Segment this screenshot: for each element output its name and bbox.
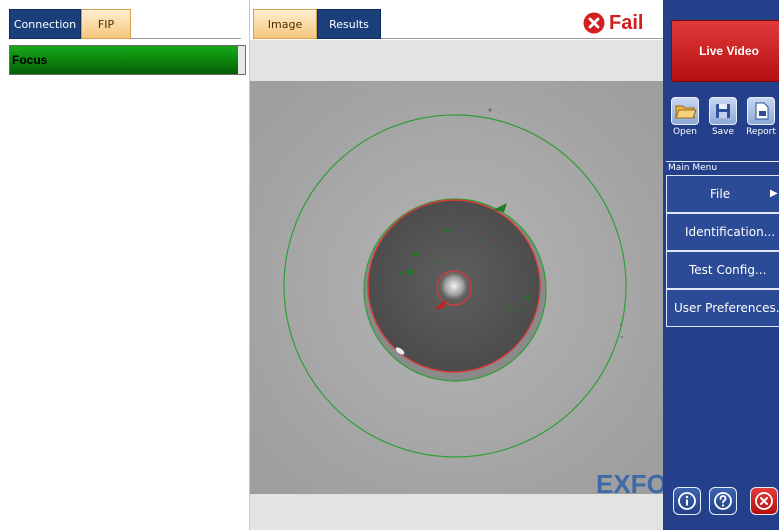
help-button[interactable]: [709, 487, 737, 515]
left-panel: Connection FIP Focus: [0, 0, 250, 530]
close-circle-icon: [755, 492, 773, 510]
help-icon: [714, 492, 732, 510]
exit-button[interactable]: [750, 487, 778, 515]
info-button[interactable]: [673, 487, 701, 515]
fail-status-text: Fail: [609, 11, 644, 34]
chevron-right-icon: ▶: [770, 188, 778, 199]
floppy-disk-icon: [709, 97, 737, 125]
fiber-endface-image: EXFO: [250, 81, 663, 494]
open-button[interactable]: Open: [670, 97, 700, 137]
focus-meter: Focus: [9, 45, 246, 75]
tab-fip[interactable]: FIP: [81, 9, 131, 39]
tab-results[interactable]: Results: [317, 9, 381, 39]
close-circle-icon: [583, 12, 605, 34]
folder-icon: [671, 97, 699, 125]
info-icon: [678, 492, 696, 510]
menu-item-file[interactable]: File ▶: [666, 175, 779, 213]
viewer-background: [250, 494, 663, 530]
focus-label: Focus: [12, 53, 48, 67]
tab-image[interactable]: Image: [253, 9, 317, 39]
report-label: Report: [746, 127, 776, 137]
exfo-watermark: EXFO: [596, 469, 663, 494]
menu-item-file-label: File: [710, 187, 731, 201]
tab-connection[interactable]: Connection: [9, 9, 81, 39]
save-button[interactable]: Save: [708, 97, 738, 137]
save-label: Save: [711, 127, 735, 137]
report-icon: [747, 97, 775, 125]
menu-item-test-config-label: Test Config...: [689, 263, 767, 277]
main-menu-header: Main Menu: [666, 161, 779, 174]
menu-item-identification[interactable]: Identification...: [666, 213, 779, 251]
right-command-panel: Live Video Open Save Report Main Menu Fi…: [663, 0, 779, 530]
menu-item-identification-label: Identification...: [685, 225, 776, 239]
tab-divider: [131, 38, 241, 39]
open-label: Open: [672, 127, 698, 137]
menu-item-user-preferences[interactable]: User Preferences...: [666, 289, 779, 327]
fail-status-indicator: Fail: [583, 10, 643, 36]
image-viewer-panel: Image Results Fail EXFO: [250, 0, 663, 530]
report-button[interactable]: Report: [746, 97, 776, 137]
live-video-button[interactable]: Live Video: [671, 20, 779, 82]
tab-divider: [381, 38, 663, 39]
menu-item-test-config[interactable]: Test Config...: [666, 251, 779, 289]
viewer-background: [250, 40, 663, 81]
menu-item-user-preferences-label: User Preferences...: [674, 301, 779, 315]
